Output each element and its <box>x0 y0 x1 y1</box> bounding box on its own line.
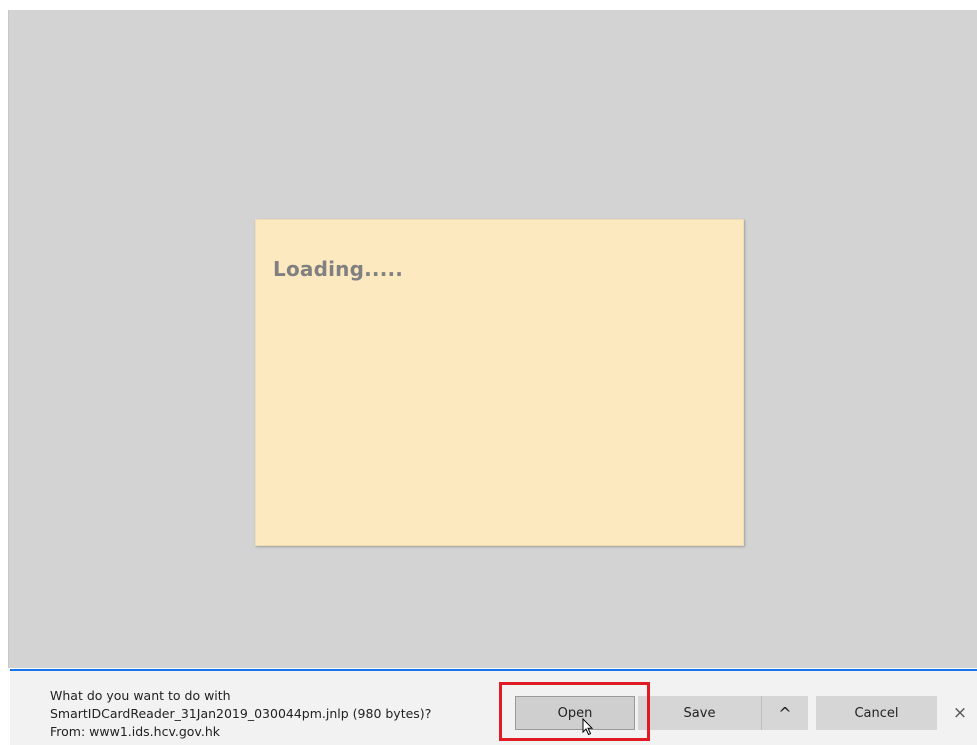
close-icon: × <box>952 703 968 723</box>
open-button[interactable]: Open <box>515 696 635 730</box>
save-button[interactable]: Save <box>638 696 762 730</box>
browser-viewport: Loading..... <box>8 10 977 668</box>
download-info: What do you want to do with SmartIDCardR… <box>50 687 431 741</box>
loading-panel: Loading..... <box>255 219 744 546</box>
save-options-button[interactable]: ^ <box>762 696 808 730</box>
loading-text: Loading..... <box>273 257 404 281</box>
cancel-button[interactable]: Cancel <box>816 696 937 730</box>
download-source: From: www1.ids.hcv.gov.hk <box>50 724 220 739</box>
download-filename: SmartIDCardReader_31Jan2019_030044pm.jnl… <box>50 706 432 721</box>
chevron-up-icon: ^ <box>778 703 792 723</box>
download-notification-bar: What do you want to do with SmartIDCardR… <box>10 669 977 745</box>
close-button[interactable]: × <box>950 701 970 725</box>
download-question: What do you want to do with <box>50 688 231 703</box>
